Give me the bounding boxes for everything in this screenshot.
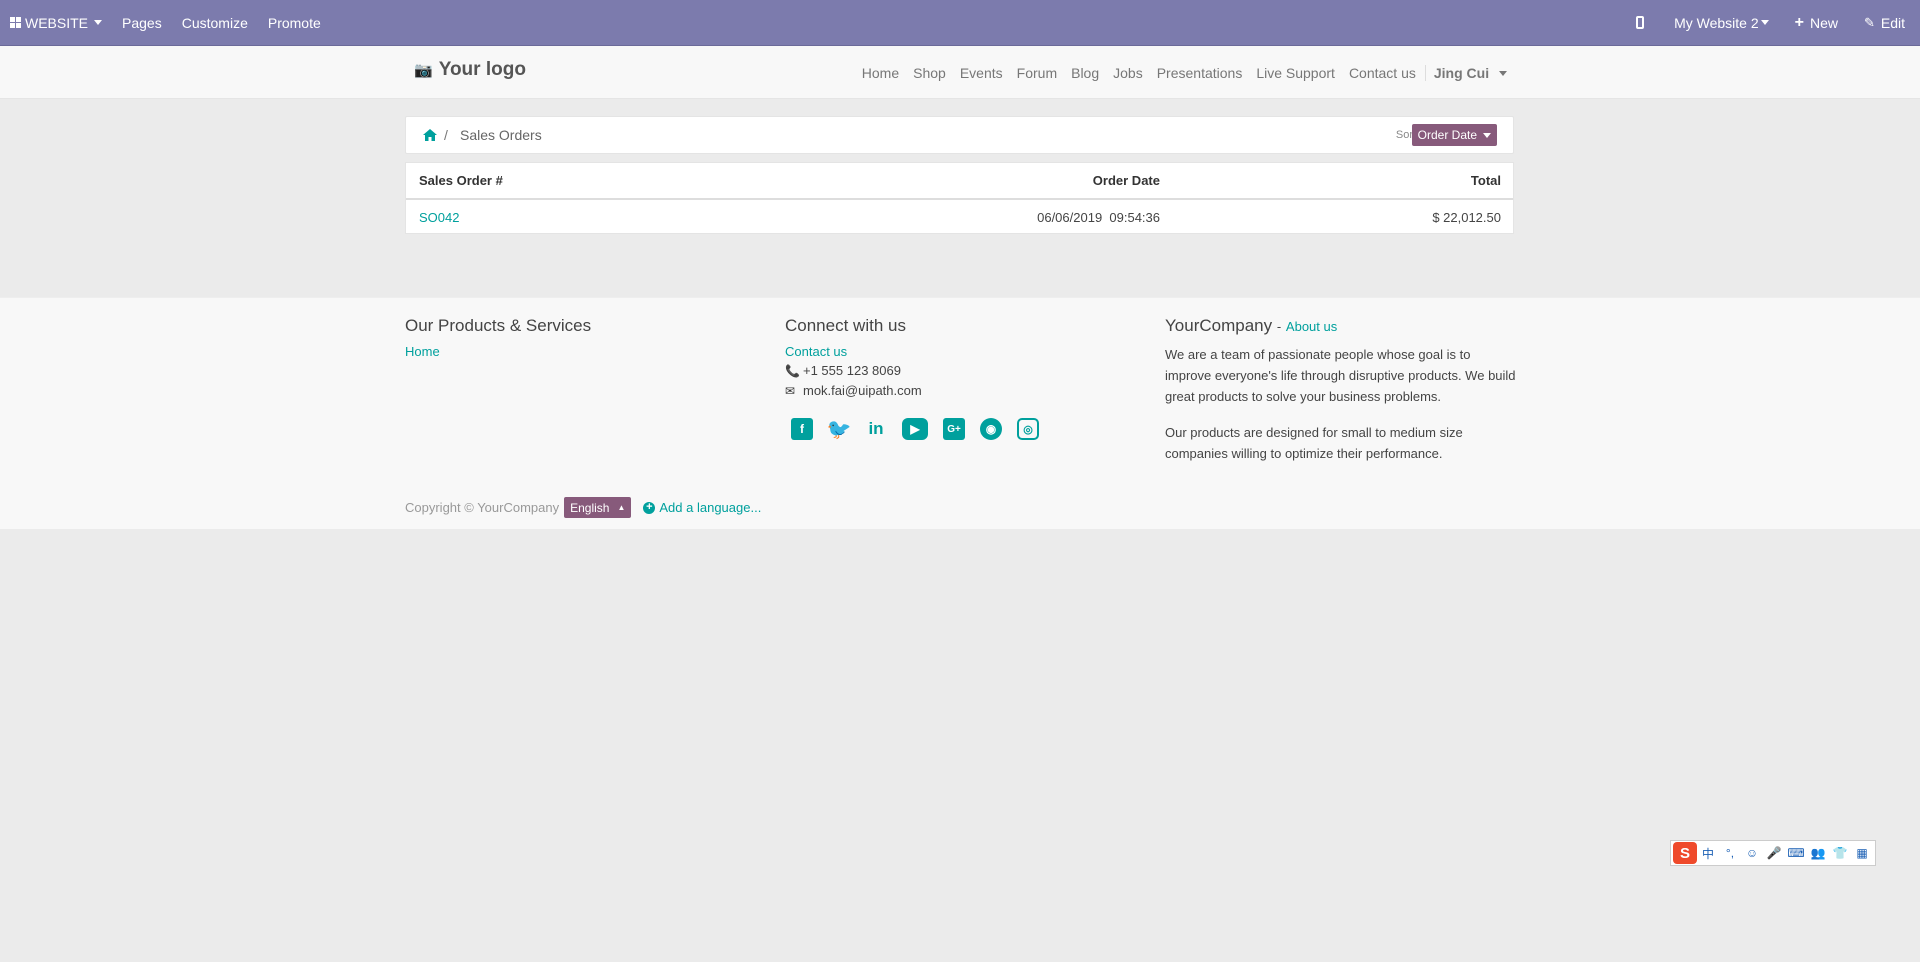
company-description: We are a team of passionate people whose… bbox=[1165, 347, 1516, 404]
plus-icon: + bbox=[1794, 13, 1804, 31]
website-switcher[interactable]: My Website 2 bbox=[1664, 0, 1779, 45]
github-icon[interactable]: ◉ bbox=[980, 418, 1002, 440]
shirt-icon[interactable]: 👕 bbox=[1829, 846, 1851, 860]
nav-forum[interactable]: Forum bbox=[1010, 65, 1064, 81]
company-name: YourCompany bbox=[1165, 316, 1273, 335]
ime-logo[interactable]: S bbox=[1673, 842, 1697, 864]
language-selector[interactable]: English ▲ bbox=[564, 497, 632, 518]
footer-email-text[interactable]: mok.fai@uipath.com bbox=[803, 383, 922, 398]
caret-down-icon bbox=[94, 20, 103, 25]
logo-text: Your logo bbox=[438, 59, 526, 80]
title-dash: - bbox=[1276, 319, 1282, 334]
website-menu-label: WEBSITE bbox=[25, 14, 89, 31]
microphone-icon[interactable]: 🎤 bbox=[1763, 846, 1785, 860]
plus-circle-icon: + bbox=[643, 501, 656, 514]
users-icon[interactable]: 👥 bbox=[1807, 846, 1829, 860]
home-icon[interactable] bbox=[423, 128, 437, 144]
footer-home-link[interactable]: Home bbox=[405, 344, 591, 359]
ime-punctuation[interactable]: °, bbox=[1719, 846, 1741, 860]
mobile-icon bbox=[1636, 16, 1645, 29]
user-menu[interactable]: Jing Cui bbox=[1424, 64, 1514, 81]
footer-email: ✉ mok.fai@uipath.com bbox=[785, 383, 1054, 398]
nav-blog[interactable]: Blog bbox=[1064, 65, 1106, 81]
website-switcher-label: My Website 2 bbox=[1674, 14, 1759, 31]
footer-phone: 📞 +1 555 123 8069 bbox=[785, 363, 1054, 378]
sort-by-dropdown[interactable]: Order Date bbox=[1411, 124, 1497, 146]
mobile-preview-button[interactable] bbox=[1616, 0, 1664, 45]
order-number-link[interactable]: SO042 bbox=[419, 200, 459, 235]
breadcrumb-current: Sales Orders bbox=[460, 127, 542, 143]
caret-up-icon: ▲ bbox=[617, 503, 626, 512]
caret-down-icon bbox=[1499, 71, 1507, 77]
language-value: English bbox=[570, 500, 610, 515]
nav-shop[interactable]: Shop bbox=[906, 65, 953, 81]
copyright-bar: Copyright © YourCompany English ▲ + Add … bbox=[405, 497, 761, 518]
website-menu[interactable]: WEBSITE bbox=[0, 0, 112, 45]
site-logo[interactable]: 📷 Your logo bbox=[414, 59, 526, 81]
new-button-label: New bbox=[1809, 14, 1838, 31]
linkedin-icon[interactable]: in bbox=[865, 418, 887, 440]
footer-products-column: Our Products & Services Home bbox=[405, 316, 591, 363]
footer-connect-title: Connect with us bbox=[785, 316, 906, 335]
nav-jobs[interactable]: Jobs bbox=[1106, 65, 1150, 81]
new-button[interactable]: + New bbox=[1779, 0, 1854, 45]
twitter-icon[interactable]: 🐦 bbox=[827, 418, 852, 441]
user-name: Jing Cui bbox=[1433, 64, 1490, 81]
camera-icon: 📷 bbox=[414, 62, 433, 79]
nav-contact-us[interactable]: Contact us bbox=[1342, 65, 1423, 81]
footer-company-column: YourCompany - About us We are a team of … bbox=[1165, 316, 1517, 479]
instagram-icon[interactable]: ◎ bbox=[1017, 418, 1039, 440]
caret-down-icon bbox=[1760, 20, 1769, 25]
facebook-icon[interactable]: f bbox=[791, 418, 813, 440]
keyboard-icon[interactable]: ⌨ bbox=[1785, 846, 1807, 860]
ime-chinese-mode[interactable]: 中 bbox=[1697, 845, 1719, 862]
site-footer: Our Products & Services Home Connect wit… bbox=[0, 297, 1920, 529]
copyright-text: Copyright © YourCompany bbox=[405, 500, 560, 515]
caret-down-icon bbox=[1483, 132, 1491, 138]
add-language-link[interactable]: + Add a language... bbox=[643, 500, 761, 515]
google-plus-icon[interactable]: G+ bbox=[943, 418, 965, 440]
column-header-order-number[interactable]: Sales Order # bbox=[419, 163, 503, 198]
sales-orders-table: Sales Order # Order Date Total SO042 06/… bbox=[405, 162, 1514, 234]
table-header-row: Sales Order # Order Date Total bbox=[406, 163, 1513, 200]
order-date: 06/06/2019 09:54:36 bbox=[1037, 210, 1160, 225]
envelope-icon: ✉ bbox=[785, 383, 796, 398]
social-links: f 🐦 in ▶ G+ ◉ ◎ bbox=[791, 418, 1054, 441]
youtube-icon[interactable]: ▶ bbox=[902, 418, 928, 440]
pages-menu[interactable]: Pages bbox=[112, 0, 172, 45]
phone-icon: 📞 bbox=[785, 363, 800, 378]
about-us-link[interactable]: About us bbox=[1286, 319, 1337, 334]
grid-icon[interactable]: ▦ bbox=[1851, 846, 1873, 860]
ime-toolbar: S 中 °, ☺ 🎤 ⌨ 👥 👕 ▦ bbox=[1670, 840, 1876, 866]
customize-menu[interactable]: Customize bbox=[172, 0, 258, 45]
main-nav: Home Shop Events Forum Blog Jobs Present… bbox=[855, 46, 1514, 99]
footer-company-title: YourCompany - About us bbox=[1165, 316, 1517, 336]
add-language-label: Add a language... bbox=[659, 500, 762, 515]
edit-button[interactable]: ✎ Edit bbox=[1854, 0, 1920, 45]
apps-grid-icon bbox=[10, 17, 21, 28]
column-header-total[interactable]: Total bbox=[1471, 163, 1501, 198]
column-header-order-date[interactable]: Order Date bbox=[1093, 163, 1160, 198]
admin-bar: WEBSITE Pages Customize Promote My Websi… bbox=[0, 0, 1920, 46]
table-row[interactable]: SO042 06/06/2019 09:54:36 $ 22,012.50 bbox=[406, 200, 1513, 235]
breadcrumb-separator: / bbox=[444, 127, 448, 143]
nav-events[interactable]: Events bbox=[953, 65, 1010, 81]
footer-phone-text: +1 555 123 8069 bbox=[803, 363, 901, 378]
smiley-icon[interactable]: ☺ bbox=[1741, 846, 1763, 860]
nav-live-support[interactable]: Live Support bbox=[1249, 65, 1342, 81]
footer-connect-column: Connect with us Contact us 📞 +1 555 123 … bbox=[785, 316, 1054, 441]
breadcrumb: / Sales Orders Sort By: Order Date bbox=[405, 116, 1514, 154]
site-header: 📷 Your logo Home Shop Events Forum Blog … bbox=[0, 46, 1920, 99]
nav-home[interactable]: Home bbox=[855, 65, 906, 81]
edit-button-label: Edit bbox=[1880, 14, 1905, 31]
pencil-icon: ✎ bbox=[1863, 14, 1875, 30]
promote-menu[interactable]: Promote bbox=[258, 0, 331, 45]
sort-by-value: Order Date bbox=[1417, 128, 1477, 142]
company-products-text: Our products are designed for small to m… bbox=[1165, 425, 1463, 461]
order-total: $ 22,012.50 bbox=[1432, 210, 1501, 225]
nav-presentations[interactable]: Presentations bbox=[1150, 65, 1250, 81]
footer-contact-link[interactable]: Contact us bbox=[785, 344, 1054, 359]
footer-products-title: Our Products & Services bbox=[405, 316, 592, 335]
